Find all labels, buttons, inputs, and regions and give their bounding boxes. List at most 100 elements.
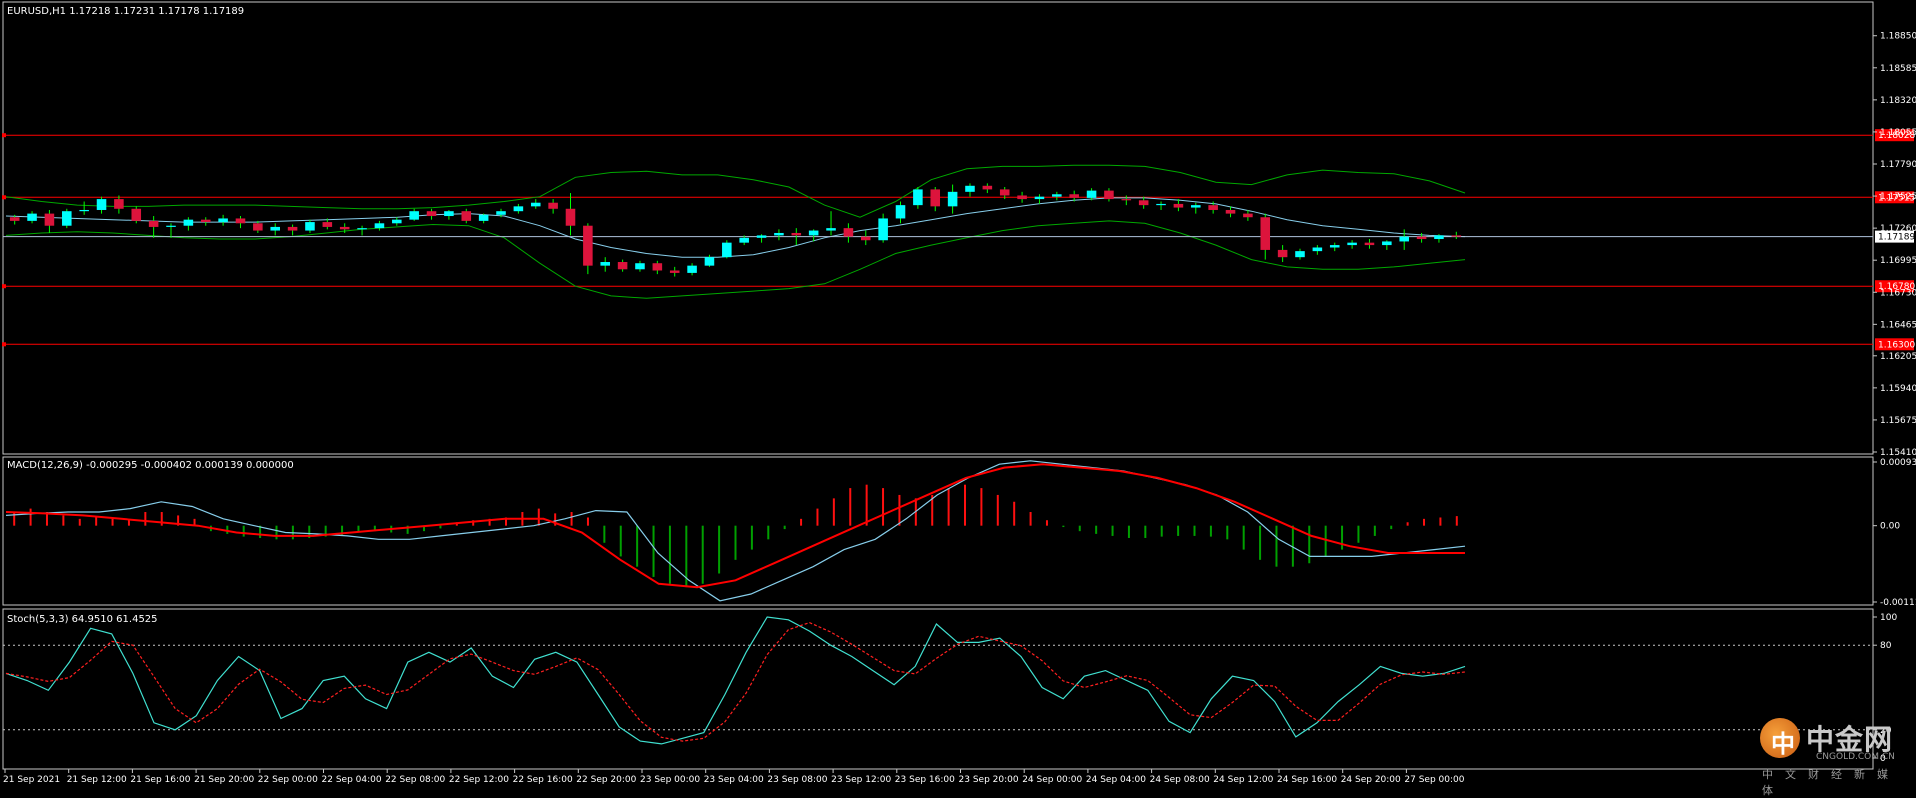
time-tick-label: 23 Sep 04:00 bbox=[704, 775, 764, 785]
price-tick-label: 1.15940 bbox=[1880, 384, 1916, 394]
time-tick-label: 27 Sep 00:00 bbox=[1404, 775, 1464, 785]
bull-candle bbox=[826, 228, 836, 231]
bull-candle bbox=[218, 218, 228, 223]
price-tick-label: 1.17260 bbox=[1880, 224, 1916, 234]
level-label: 1.16300 bbox=[1878, 340, 1915, 350]
time-tick-label: 22 Sep 04:00 bbox=[322, 775, 382, 785]
bear-candle bbox=[235, 218, 246, 224]
bull-candle bbox=[1399, 236, 1409, 242]
bull-candle bbox=[913, 189, 923, 206]
bull-candle bbox=[1052, 194, 1062, 197]
bear-candle bbox=[9, 217, 20, 221]
trading-chart: 1.180281.175151.167801.16300 1.17189 1.1… bbox=[0, 0, 1916, 791]
bull-candle bbox=[409, 211, 419, 220]
price-tick-label: 1.15410 bbox=[1880, 448, 1916, 458]
time-tick-label: 24 Sep 00:00 bbox=[1022, 775, 1082, 785]
bear-candle bbox=[339, 226, 350, 230]
time-tick-label: 24 Sep 12:00 bbox=[1213, 775, 1273, 785]
watermark-url: CNGOLD.COM.CN bbox=[1816, 752, 1895, 762]
bear-candle bbox=[1138, 200, 1149, 206]
bull-candle bbox=[1312, 247, 1323, 252]
price-panel-header: EURUSD,H1 1.17218 1.17231 1.17178 1.1718… bbox=[7, 6, 244, 17]
watermark-tagline: 中文财经新媒体 bbox=[1762, 768, 1900, 797]
bear-candle bbox=[565, 208, 576, 226]
time-tick-label: 21 Sep 20:00 bbox=[194, 775, 254, 785]
bear-candle bbox=[461, 211, 472, 221]
bear-candle bbox=[999, 189, 1010, 196]
bull-candle bbox=[27, 213, 37, 221]
bear-candle bbox=[200, 219, 211, 223]
bear-candle bbox=[1451, 235, 1462, 237]
bull-candle bbox=[374, 223, 385, 229]
level-marker bbox=[2, 342, 6, 347]
bear-candle bbox=[1173, 203, 1184, 208]
bear-candle bbox=[1121, 199, 1132, 201]
bear-candle bbox=[1277, 249, 1288, 258]
bear-candle bbox=[148, 220, 159, 227]
bear-candle bbox=[1225, 209, 1236, 214]
bull-candle bbox=[756, 235, 767, 238]
cngold-watermark: 中 中金网 CNGOLD.COM.CN 中文财经新媒体 bbox=[1758, 716, 1908, 797]
time-tick-label: 22 Sep 12:00 bbox=[449, 775, 509, 785]
bull-candle bbox=[513, 206, 524, 212]
bear-candle bbox=[44, 213, 55, 226]
time-tick-label: 23 Sep 20:00 bbox=[959, 775, 1019, 785]
bear-candle bbox=[1208, 205, 1218, 210]
bull-candle bbox=[79, 209, 89, 212]
price-tick-label: 1.17790 bbox=[1880, 160, 1916, 170]
bull-candle bbox=[530, 202, 541, 207]
bull-candle bbox=[1329, 245, 1340, 248]
bull-candle bbox=[947, 191, 958, 207]
bear-candle bbox=[669, 270, 680, 273]
price-tick-label: 1.18055 bbox=[1880, 128, 1916, 138]
time-tick-label: 24 Sep 20:00 bbox=[1341, 775, 1401, 785]
cngold-logo-icon: 中 bbox=[1760, 718, 1800, 758]
bull-candle bbox=[62, 211, 72, 226]
bull-candle bbox=[1295, 251, 1305, 258]
time-tick-label: 21 Sep 16:00 bbox=[130, 775, 190, 785]
time-tick-label: 23 Sep 16:00 bbox=[895, 775, 955, 785]
chart-background bbox=[0, 0, 1916, 791]
level-marker bbox=[2, 133, 6, 138]
bull-candle bbox=[878, 218, 888, 241]
bear-candle bbox=[287, 226, 298, 231]
bear-candle bbox=[426, 211, 437, 217]
bear-candle bbox=[114, 199, 124, 209]
bear-candle bbox=[1104, 190, 1114, 200]
stochastic-panel-header: Stoch(5,3,3) 64.9510 61.4525 bbox=[7, 614, 158, 625]
bear-candle bbox=[1017, 195, 1027, 200]
bull-candle bbox=[808, 230, 819, 236]
bull-candle bbox=[392, 219, 402, 224]
time-tick-label: 22 Sep 08:00 bbox=[385, 775, 445, 785]
bull-candle bbox=[774, 232, 784, 236]
price-tick-label: 1.18850 bbox=[1880, 32, 1916, 42]
bull-candle bbox=[1382, 241, 1392, 246]
time-tick-label: 21 Sep 2021 bbox=[3, 775, 60, 785]
time-tick-label: 23 Sep 00:00 bbox=[640, 775, 700, 785]
price-tick-label: 1.15675 bbox=[1880, 416, 1916, 426]
time-tick-label: 23 Sep 12:00 bbox=[831, 775, 891, 785]
bull-candle bbox=[635, 263, 645, 270]
bull-candle bbox=[1191, 205, 1201, 208]
bull-candle bbox=[1156, 203, 1166, 206]
time-tick-label: 22 Sep 16:00 bbox=[513, 775, 573, 785]
price-tick-label: 1.16205 bbox=[1880, 352, 1916, 362]
bull-candle bbox=[704, 257, 715, 266]
bull-candle bbox=[687, 265, 697, 273]
time-tick-label: 24 Sep 16:00 bbox=[1277, 775, 1337, 785]
bear-candle bbox=[131, 208, 142, 221]
bull-candle bbox=[965, 185, 975, 192]
bull-candle bbox=[496, 211, 506, 215]
time-tick-label: 24 Sep 08:00 bbox=[1150, 775, 1210, 785]
time-tick-label: 22 Sep 00:00 bbox=[258, 775, 318, 785]
bull-candle bbox=[270, 226, 280, 231]
stochastic-tick-label: 80 bbox=[1880, 641, 1892, 651]
bull-candle bbox=[166, 225, 176, 227]
bear-candle bbox=[1364, 242, 1375, 246]
bull-candle bbox=[600, 262, 611, 266]
level-marker bbox=[2, 195, 6, 200]
bear-candle bbox=[860, 236, 871, 241]
bear-candle bbox=[548, 202, 558, 209]
bull-candle bbox=[444, 211, 454, 217]
time-tick-label: 24 Sep 04:00 bbox=[1086, 775, 1146, 785]
